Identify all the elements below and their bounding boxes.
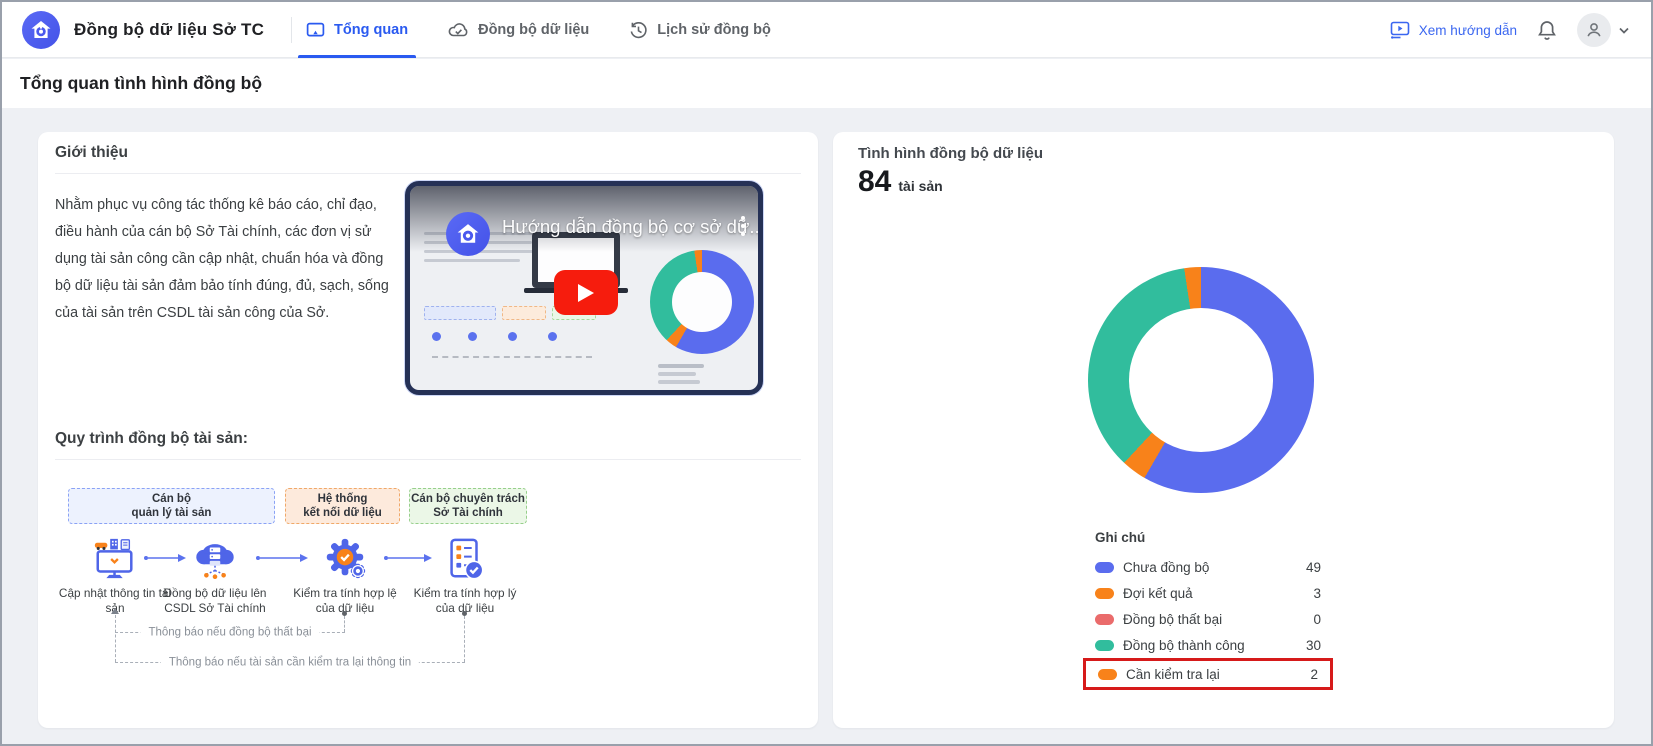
history-icon <box>629 21 648 40</box>
flow-arrow <box>255 552 309 564</box>
legend-row-dong-bo-thanh-cong[interactable]: Đồng bộ thành công 30 <box>1095 632 1321 658</box>
app-logo-icon <box>22 11 60 49</box>
legend-title: Ghi chú <box>1095 530 1321 546</box>
mini-donut <box>650 250 754 354</box>
main-tabs: Tổng quan Đồng bộ dữ liệu Lịch sử đồng b… <box>306 2 771 58</box>
chart-legend: Ghi chú Chưa đồng bộ 49 Đợi kết quả 3 Đồ… <box>1095 530 1321 690</box>
sync-status-card: Tình hình đồng bộ dữ liệu 84 tài sản Ghi… <box>833 132 1614 728</box>
process-title: Quy trình đồng bộ tài sản: <box>55 430 248 448</box>
video-tutorial-icon <box>1389 20 1411 40</box>
overview-icon <box>306 21 325 40</box>
legend-highlight-box: Cần kiểm tra lại 2 <box>1083 658 1333 690</box>
status-card-title: Tình hình đồng bộ dữ liệu <box>858 145 1043 162</box>
header-actions: Xem hướng dẫn <box>1389 2 1629 58</box>
video-menu-kebab-icon[interactable] <box>741 216 745 240</box>
total-assets-value: 84 <box>858 165 891 199</box>
divider <box>55 459 801 460</box>
app-header: Đồng bộ dữ liệu Sở TC Tổng quan Đồng bộ … <box>2 2 1651 58</box>
video-title[interactable]: Hướng dẫn đồng bộ cơ sở dữ... <box>502 216 763 238</box>
feedback-vertical-line <box>344 616 345 632</box>
update-asset-info-icon <box>92 536 138 582</box>
total-assets-unit: tài sản <box>898 178 942 194</box>
reasonability-check-list-icon <box>442 536 488 582</box>
chevron-down-icon <box>1619 27 1629 34</box>
process-diagram: Cán bộquản lý tài sản Hệ thốngkết nối dữ… <box>55 480 801 690</box>
legend-swatch <box>1095 640 1114 651</box>
flow-arrow <box>143 552 187 564</box>
legend-row-chua-dong-bo[interactable]: Chưa đồng bộ 49 <box>1095 554 1321 580</box>
feedback-note: Thông báo nếu đồng bộ thất bại <box>140 626 319 638</box>
tab-tong-quan[interactable]: Tổng quan <box>306 2 408 58</box>
page-title: Tổng quan tình hình đồng bộ <box>20 59 262 108</box>
tab-label: Đồng bộ dữ liệu <box>478 22 589 38</box>
tab-dong-bo-du-lieu[interactable]: Đồng bộ dữ liệu <box>448 2 589 58</box>
page-title-bar: Tổng quan tình hình đồng bộ <box>2 59 1651 108</box>
legend-row-doi-ket-qua[interactable]: Đợi kết quả 3 <box>1095 580 1321 606</box>
cloud-check-icon <box>448 21 469 40</box>
legend-row-can-kiem-tra-lai[interactable]: Cần kiểm tra lại 2 <box>1098 661 1318 687</box>
legend-swatch <box>1095 562 1114 573</box>
tab-lich-su-dong-bo[interactable]: Lịch sử đồng bộ <box>629 2 771 58</box>
intro-card-title: Giới thiệu <box>55 144 128 162</box>
total-assets: 84 tài sản <box>858 165 943 199</box>
sync-cloud-icon <box>192 536 238 582</box>
legend-swatch <box>1098 669 1117 680</box>
divider <box>55 173 801 174</box>
actor-box-system: Hệ thốngkết nối dữ liệu <box>285 488 400 524</box>
video-play-button[interactable] <box>554 270 618 315</box>
validity-check-gears-icon <box>322 536 368 582</box>
actor-box-specialist: Cán bộ chuyên tráchSở Tài chính <box>409 488 527 524</box>
user-menu[interactable] <box>1577 13 1629 47</box>
feedback-vertical-line <box>464 616 465 662</box>
actor-box-asset-manager: Cán bộquản lý tài sản <box>68 488 275 524</box>
app-title: Đồng bộ dữ liệu Sở TC <box>74 2 264 58</box>
tab-label: Lịch sử đồng bộ <box>657 22 771 38</box>
tab-label: Tổng quan <box>334 22 408 38</box>
legend-swatch <box>1095 588 1114 599</box>
feedback-line-recheck: Thông báo nếu tài sản cần kiểm tra lại t… <box>115 662 465 663</box>
notification-bell-icon[interactable] <box>1536 19 1558 42</box>
person-icon <box>1585 21 1603 39</box>
donut-chart[interactable] <box>1088 267 1314 493</box>
legend-row-dong-bo-that-bai[interactable]: Đồng bộ thất bại 0 <box>1095 606 1321 632</box>
avatar <box>1577 13 1611 47</box>
feedback-line-sync-failed: Thông báo nếu đồng bộ thất bại <box>115 632 345 633</box>
intro-description: Nhằm phục vụ công tác thống kê báo cáo, … <box>55 192 403 327</box>
flow-arrow <box>383 552 433 564</box>
help-link[interactable]: Xem hướng dẫn <box>1389 20 1517 40</box>
feedback-vertical-line <box>115 615 116 662</box>
tutorial-video-player[interactable]: Hướng dẫn đồng bộ cơ sở dữ... <box>405 181 763 395</box>
intro-card: Giới thiệu Nhằm phục vụ công tác thống k… <box>38 132 818 728</box>
video-channel-avatar[interactable] <box>446 212 490 256</box>
header-divider <box>291 17 292 43</box>
feedback-note: Thông báo nếu tài sản cần kiểm tra lại t… <box>161 656 419 668</box>
help-link-label: Xem hướng dẫn <box>1419 23 1517 38</box>
legend-swatch <box>1095 614 1114 625</box>
feedback-arrow-up <box>111 608 119 614</box>
video-thumbnail: Hướng dẫn đồng bộ cơ sở dữ... <box>410 186 758 390</box>
step-label: Đồng bộ dữ liệu lên CSDL Sở Tài chính <box>157 586 273 616</box>
